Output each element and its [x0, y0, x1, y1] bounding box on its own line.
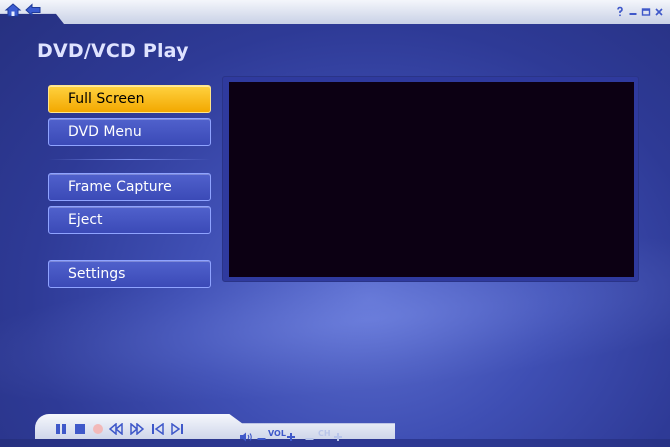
minimize-button[interactable] [628, 2, 638, 15]
settings-button[interactable]: Settings [48, 260, 211, 288]
help-icon [617, 6, 623, 17]
previous-icon [152, 422, 164, 436]
minimize-icon [629, 13, 637, 15]
menu-divider [48, 159, 211, 160]
frame-capture-button[interactable]: Frame Capture [48, 173, 211, 201]
rewind-icon [108, 422, 123, 436]
page-title: DVD/VCD Play [37, 40, 189, 62]
previous-chapter-button[interactable] [151, 420, 165, 439]
channel-up-button[interactable] [333, 427, 343, 446]
mute-icon [240, 432, 252, 442]
close-icon [655, 8, 663, 16]
fast-forward-button[interactable] [130, 420, 145, 439]
dvd-menu-button[interactable]: DVD Menu [48, 118, 211, 146]
record-icon [93, 424, 103, 434]
record-button[interactable] [92, 420, 104, 439]
video-display[interactable] [229, 82, 634, 277]
maximize-icon [641, 8, 651, 16]
back-arrow-icon [25, 3, 41, 17]
help-button[interactable] [615, 2, 625, 17]
full-screen-button[interactable]: Full Screen [48, 85, 211, 113]
fast-forward-icon [130, 422, 145, 436]
top-bar [0, 0, 670, 24]
eject-button[interactable]: Eject [48, 206, 211, 234]
next-icon [171, 422, 183, 436]
back-button[interactable] [24, 2, 42, 17]
home-button[interactable] [4, 2, 22, 17]
rewind-button[interactable] [108, 420, 123, 439]
mute-button[interactable] [239, 427, 253, 446]
volume-up-button[interactable] [286, 427, 296, 446]
volume-label: VOL [268, 429, 286, 438]
home-icon [4, 3, 22, 17]
channel-label: CH [318, 429, 331, 438]
pause-icon [56, 424, 66, 434]
channel-down-icon [305, 438, 314, 440]
stop-icon [75, 424, 85, 434]
channel-up-icon [334, 433, 342, 441]
next-chapter-button[interactable] [170, 420, 184, 439]
stop-button[interactable] [74, 420, 86, 439]
pause-button[interactable] [55, 420, 67, 439]
volume-up-icon [287, 433, 295, 441]
window-controls [615, 2, 664, 17]
volume-down-button[interactable] [257, 428, 266, 447]
volume-down-icon [257, 438, 266, 440]
channel-down-button[interactable] [305, 428, 314, 447]
maximize-button[interactable] [641, 2, 651, 16]
close-button[interactable] [654, 2, 664, 16]
